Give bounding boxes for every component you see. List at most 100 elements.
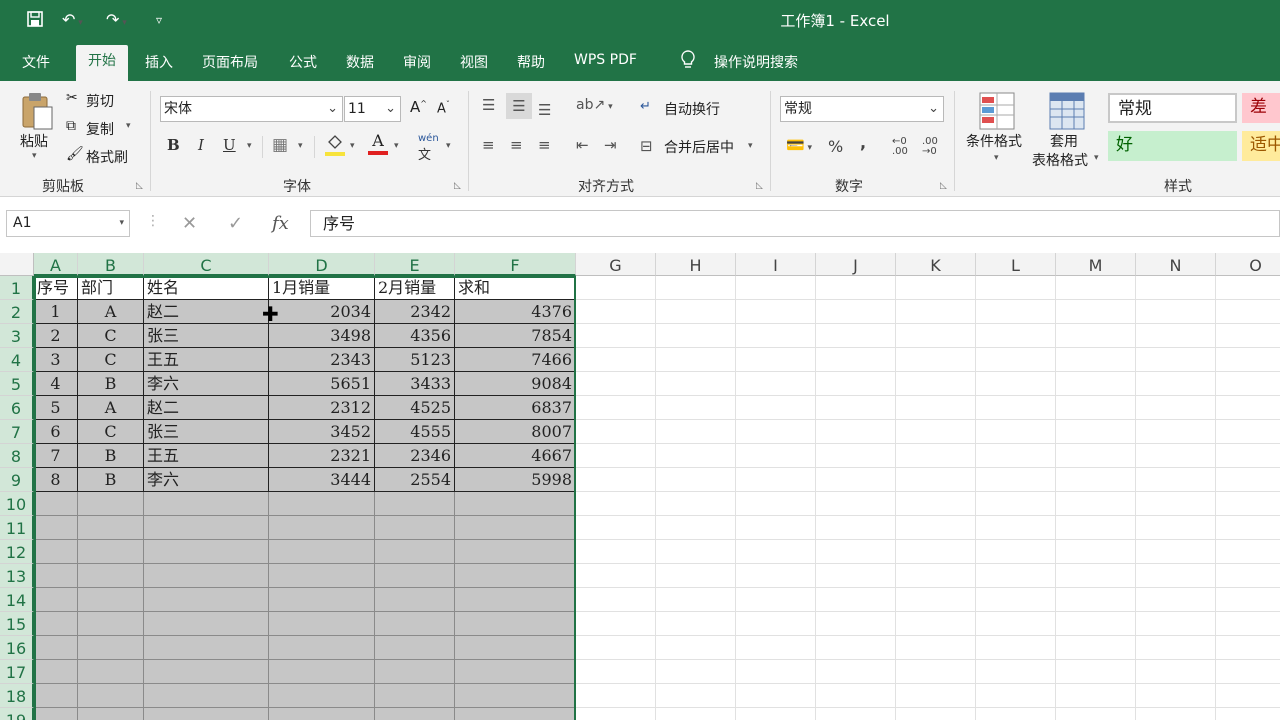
cell-c8[interactable]: 王五 (144, 444, 269, 468)
cell-m7[interactable] (1056, 420, 1136, 444)
cell-a14[interactable] (34, 588, 78, 612)
cell-g12[interactable] (576, 540, 656, 564)
cell-m18[interactable] (1056, 684, 1136, 708)
cell-c18[interactable] (144, 684, 269, 708)
cell-k12[interactable] (896, 540, 976, 564)
cell-k15[interactable] (896, 612, 976, 636)
cell-j18[interactable] (816, 684, 896, 708)
cell-o7[interactable] (1216, 420, 1280, 444)
style-normal[interactable]: 常规 (1108, 93, 1237, 123)
column-header-e[interactable]: E (375, 253, 455, 276)
cell-c7[interactable]: 张三 (144, 420, 269, 444)
cell-f5[interactable]: 9084 (455, 372, 576, 396)
cell-j7[interactable] (816, 420, 896, 444)
phonetic-dropdown-icon[interactable]: ▾ (446, 141, 451, 151)
cell-i14[interactable] (736, 588, 816, 612)
cell-k10[interactable] (896, 492, 976, 516)
cell-l18[interactable] (976, 684, 1056, 708)
cell-e10[interactable] (375, 492, 455, 516)
cell-e18[interactable] (375, 684, 455, 708)
cell-h16[interactable] (656, 636, 736, 660)
bold-button[interactable]: B (167, 136, 180, 154)
cell-l3[interactable] (976, 324, 1056, 348)
cell-n11[interactable] (1136, 516, 1216, 540)
column-header-f[interactable]: F (455, 253, 576, 276)
tab-help[interactable]: 帮助 (517, 52, 545, 72)
cell-l16[interactable] (976, 636, 1056, 660)
cell-d6[interactable]: 2312 (269, 396, 375, 420)
column-header-a[interactable]: A (34, 253, 78, 276)
cell-i16[interactable] (736, 636, 816, 660)
cell-g18[interactable] (576, 684, 656, 708)
cell-b6[interactable]: A (78, 396, 144, 420)
cell-o4[interactable] (1216, 348, 1280, 372)
cell-j15[interactable] (816, 612, 896, 636)
cell-n13[interactable] (1136, 564, 1216, 588)
cell-n2[interactable] (1136, 300, 1216, 324)
align-middle-icon[interactable]: ☰ (506, 93, 532, 119)
cell-e16[interactable] (375, 636, 455, 660)
cell-b16[interactable] (78, 636, 144, 660)
cell-k5[interactable] (896, 372, 976, 396)
cell-i11[interactable] (736, 516, 816, 540)
cell-i15[interactable] (736, 612, 816, 636)
row-header-13[interactable]: 13 (0, 564, 34, 588)
row-header-12[interactable]: 12 (0, 540, 34, 564)
cell-m6[interactable] (1056, 396, 1136, 420)
cell-j6[interactable] (816, 396, 896, 420)
cell-g9[interactable] (576, 468, 656, 492)
cell-m16[interactable] (1056, 636, 1136, 660)
cell-a15[interactable] (34, 612, 78, 636)
cell-k14[interactable] (896, 588, 976, 612)
cell-f10[interactable] (455, 492, 576, 516)
phonetic-guide-icon[interactable]: wén 文 (418, 133, 439, 163)
cell-o5[interactable] (1216, 372, 1280, 396)
cell-m4[interactable] (1056, 348, 1136, 372)
cell-g13[interactable] (576, 564, 656, 588)
cell-i1[interactable] (736, 276, 816, 300)
cell-n14[interactable] (1136, 588, 1216, 612)
cell-o2[interactable] (1216, 300, 1280, 324)
cell-g19[interactable] (576, 708, 656, 720)
cell-d11[interactable] (269, 516, 375, 540)
format-as-table-icon[interactable] (1048, 91, 1086, 135)
cell-h8[interactable] (656, 444, 736, 468)
cell-i8[interactable] (736, 444, 816, 468)
accounting-format-icon[interactable]: 💳 ▾ (786, 136, 812, 154)
cell-k7[interactable] (896, 420, 976, 444)
cell-o1[interactable] (1216, 276, 1280, 300)
tab-formulas[interactable]: 公式 (289, 52, 317, 72)
format-as-table-dropdown-icon[interactable]: ▾ (1094, 153, 1099, 163)
align-top-icon[interactable]: ☰ (482, 96, 495, 114)
row-header-2[interactable]: 2 (0, 300, 34, 324)
cell-k4[interactable] (896, 348, 976, 372)
column-header-m[interactable]: M (1056, 253, 1136, 276)
cell-e1[interactable]: 2月销量 (375, 276, 455, 300)
cell-a17[interactable] (34, 660, 78, 684)
cell-j14[interactable] (816, 588, 896, 612)
merge-dropdown-icon[interactable]: ▾ (748, 141, 753, 151)
cell-b10[interactable] (78, 492, 144, 516)
row-header-17[interactable]: 17 (0, 660, 34, 684)
cell-m5[interactable] (1056, 372, 1136, 396)
row-header-5[interactable]: 5 (0, 372, 34, 396)
cell-b19[interactable] (78, 708, 144, 720)
cell-f18[interactable] (455, 684, 576, 708)
cell-i12[interactable] (736, 540, 816, 564)
cell-m19[interactable] (1056, 708, 1136, 720)
cell-l2[interactable] (976, 300, 1056, 324)
conditional-formatting-button[interactable]: 条件格式 (966, 131, 1022, 151)
cell-a4[interactable]: 3 (34, 348, 78, 372)
increase-font-size-button[interactable]: A^ (410, 98, 427, 116)
cell-i2[interactable] (736, 300, 816, 324)
decrease-font-size-button[interactable]: Aˇ (437, 100, 450, 116)
wrap-text-button[interactable]: 自动换行 (664, 99, 720, 119)
cell-l12[interactable] (976, 540, 1056, 564)
cell-f3[interactable]: 7854 (455, 324, 576, 348)
cell-a7[interactable]: 6 (34, 420, 78, 444)
cell-e13[interactable] (375, 564, 455, 588)
cell-d4[interactable]: 2343 (269, 348, 375, 372)
column-header-b[interactable]: B (78, 253, 144, 276)
paste-dropdown-icon[interactable]: ▾ (32, 151, 37, 161)
cell-b7[interactable]: C (78, 420, 144, 444)
